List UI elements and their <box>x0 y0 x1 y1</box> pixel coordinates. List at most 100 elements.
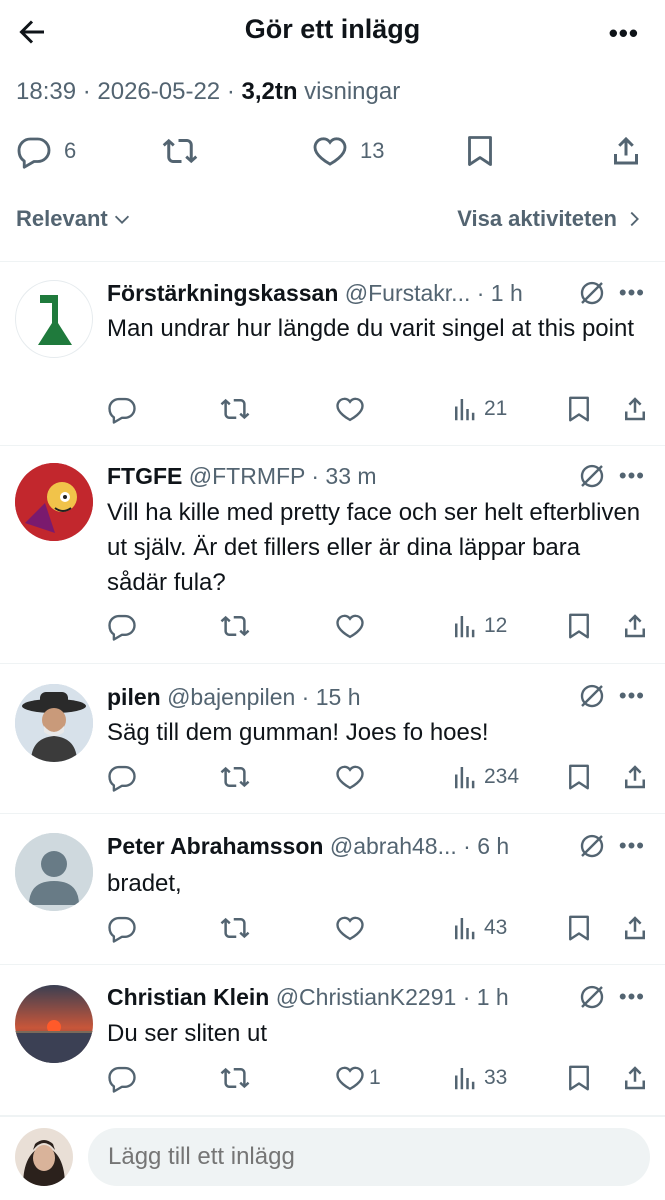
reply-header: FTGFE @FTRMFP · 33 m <box>107 463 575 490</box>
post-time: · 1 h <box>470 280 523 306</box>
repost-button[interactable] <box>220 910 250 946</box>
reply-item[interactable]: FTGFE @FTRMFP · 33 m ••• Vill ha kille m… <box>0 446 665 663</box>
share-button[interactable] <box>620 391 650 427</box>
sort-dropdown[interactable]: Relevant <box>16 206 133 232</box>
share-icon <box>625 397 645 421</box>
reply-action-bar: 12 <box>0 608 665 644</box>
grok-icon[interactable] <box>577 681 607 711</box>
repost-button[interactable] <box>162 128 198 174</box>
author-name[interactable]: Christian Klein <box>107 984 269 1010</box>
reply-item[interactable]: pilen @bajenpilen · 15 h ••• Säg till de… <box>0 664 665 813</box>
share-button[interactable] <box>620 759 650 795</box>
bookmark-button[interactable] <box>564 1060 594 1096</box>
share-icon <box>614 136 638 165</box>
grok-icon[interactable] <box>577 982 607 1012</box>
avatar[interactable] <box>15 684 93 762</box>
reply-button[interactable]: 6 <box>16 128 76 174</box>
reply-button[interactable] <box>107 910 137 946</box>
more-options-icon[interactable]: ••• <box>619 683 645 709</box>
meta-separator: · <box>220 78 242 105</box>
reply-item[interactable]: Peter Abrahamsson @abrah48... · 6 h ••• … <box>0 814 665 964</box>
views-button[interactable]: 21 <box>450 391 507 427</box>
reply-input[interactable] <box>88 1128 650 1186</box>
reply-button[interactable] <box>107 1060 137 1096</box>
views-button[interactable]: 33 <box>450 1060 507 1096</box>
grok-icon[interactable] <box>577 278 607 308</box>
like-button[interactable]: 1 <box>335 1060 381 1096</box>
sort-bar: Relevant Visa aktiviteten <box>0 196 665 246</box>
more-options-icon[interactable]: ••• <box>619 463 645 489</box>
author-name[interactable]: FTGFE <box>107 463 182 489</box>
user-avatar[interactable] <box>15 1128 73 1186</box>
author-handle[interactable]: @abrah48... <box>330 833 457 859</box>
reply-text: Vill ha kille med pretty face och ser he… <box>107 499 641 596</box>
reply-action-bar: 234 <box>0 759 665 795</box>
views-count: 3,2tn <box>241 78 298 105</box>
like-button[interactable]: 13 <box>312 128 384 174</box>
post-time: 18:39 <box>16 78 77 105</box>
share-button[interactable] <box>620 1060 650 1096</box>
views-count: 33 <box>484 1066 508 1089</box>
repost-button[interactable] <box>220 1060 250 1096</box>
repost-button[interactable] <box>220 759 250 795</box>
repost-button[interactable] <box>220 608 250 644</box>
reply-button[interactable] <box>107 391 137 427</box>
views-count: 234 <box>484 765 520 788</box>
views-count: 12 <box>484 614 508 637</box>
author-handle[interactable]: @bajenpilen <box>167 684 295 710</box>
share-icon <box>625 765 645 789</box>
avatar[interactable] <box>15 463 93 541</box>
author-name[interactable]: Förstärkningskassan <box>107 280 338 306</box>
divider <box>0 1115 665 1117</box>
analytics-icon <box>455 399 475 421</box>
heart-icon <box>336 765 364 790</box>
reply-header: Förstärkningskassan @Furstakr... · 1 h <box>107 280 575 307</box>
grok-icon[interactable] <box>577 461 607 491</box>
grok-icon[interactable] <box>577 831 607 861</box>
reply-count: 6 <box>64 138 77 163</box>
view-activity-link[interactable]: Visa aktiviteten <box>457 206 645 232</box>
like-button[interactable] <box>335 608 369 644</box>
more-options-icon[interactable]: ••• <box>619 984 645 1010</box>
share-button[interactable] <box>608 128 644 174</box>
more-options-icon[interactable]: ••• <box>609 18 639 49</box>
avatar[interactable] <box>15 280 93 358</box>
reply-icon <box>108 397 136 424</box>
analytics-icon <box>455 767 475 789</box>
like-button[interactable] <box>335 759 369 795</box>
views-button[interactable]: 12 <box>450 608 507 644</box>
reply-button[interactable] <box>107 608 137 644</box>
views-button[interactable]: 43 <box>450 910 507 946</box>
author-handle[interactable]: @FTRMFP <box>189 463 305 489</box>
view-activity-label: Visa aktiviteten <box>457 206 617 231</box>
like-button[interactable] <box>335 391 369 427</box>
repost-button[interactable] <box>220 391 250 427</box>
more-options-icon[interactable]: ••• <box>619 833 645 859</box>
avatar[interactable] <box>15 985 93 1063</box>
author-name[interactable]: Peter Abrahamsson <box>107 833 323 859</box>
bookmark-button[interactable] <box>564 608 594 644</box>
reply-item[interactable]: Christian Klein @ChristianK2291 · 1 h ••… <box>0 965 665 1115</box>
sort-label: Relevant <box>16 206 108 231</box>
reply-item[interactable]: Förstärkningskassan @Furstakr... · 1 h •… <box>0 262 665 445</box>
author-handle[interactable]: @ChristianK2291 <box>276 984 457 1010</box>
author-name[interactable]: pilen <box>107 684 161 710</box>
bookmark-button[interactable] <box>564 910 594 946</box>
share-button[interactable] <box>620 608 650 644</box>
analytics-icon <box>455 1068 475 1090</box>
bookmark-button[interactable] <box>462 128 498 174</box>
reply-composer <box>0 1118 665 1200</box>
more-options-icon[interactable]: ••• <box>619 280 645 306</box>
views-button[interactable]: 234 <box>450 759 519 795</box>
bookmark-button[interactable] <box>564 391 594 427</box>
reply-text: Man undrar hur längde du varit singel at… <box>107 315 634 342</box>
share-button[interactable] <box>620 910 650 946</box>
avatar[interactable] <box>15 833 93 911</box>
like-button[interactable] <box>335 910 369 946</box>
bookmark-button[interactable] <box>564 759 594 795</box>
like-count: 1 <box>369 1066 381 1089</box>
reply-button[interactable] <box>107 759 137 795</box>
repost-icon <box>220 917 250 939</box>
reply-icon <box>108 916 136 943</box>
author-handle[interactable]: @Furstakr... <box>345 280 471 306</box>
